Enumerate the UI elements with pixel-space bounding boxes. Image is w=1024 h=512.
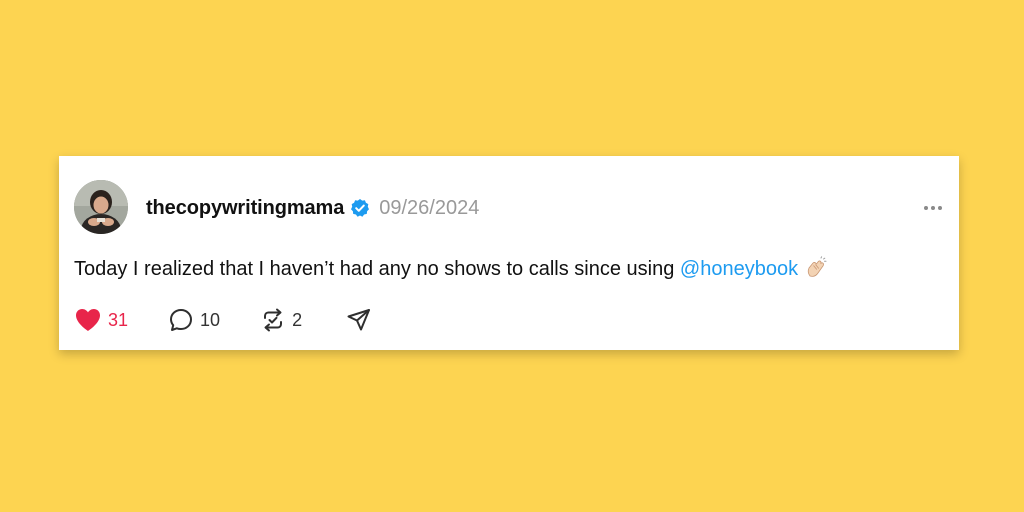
share-button[interactable] [346, 307, 372, 333]
action-bar: 31 10 2 [74, 306, 372, 334]
repost-icon [260, 307, 286, 333]
more-dots-icon[interactable] [921, 198, 945, 218]
reply-count: 10 [200, 309, 221, 330]
post-card: thecopywritingmama 09/26/2024 Today I re… [59, 156, 959, 350]
avatar[interactable] [74, 180, 128, 234]
post-text: Today I realized that I haven’t had any … [74, 256, 828, 282]
reply-button[interactable]: 10 [168, 307, 220, 333]
clapping-hands-emoji [804, 256, 828, 280]
avatar-photo [74, 180, 128, 234]
post-body: Today I realized that I haven’t had any … [74, 258, 680, 280]
verified-badge-icon [350, 198, 370, 218]
like-count: 31 [108, 309, 129, 330]
repost-button[interactable]: 2 [260, 307, 302, 333]
repost-count: 2 [292, 309, 303, 330]
mention-link[interactable]: @honeybook [680, 258, 798, 280]
heart-icon [74, 307, 102, 333]
comment-bubble-icon [168, 307, 194, 333]
like-button[interactable]: 31 [74, 307, 128, 333]
username[interactable]: thecopywritingmama [146, 197, 344, 220]
post-header: thecopywritingmama 09/26/2024 [146, 194, 479, 222]
send-icon [346, 307, 372, 333]
post-date: 09/26/2024 [379, 196, 480, 219]
